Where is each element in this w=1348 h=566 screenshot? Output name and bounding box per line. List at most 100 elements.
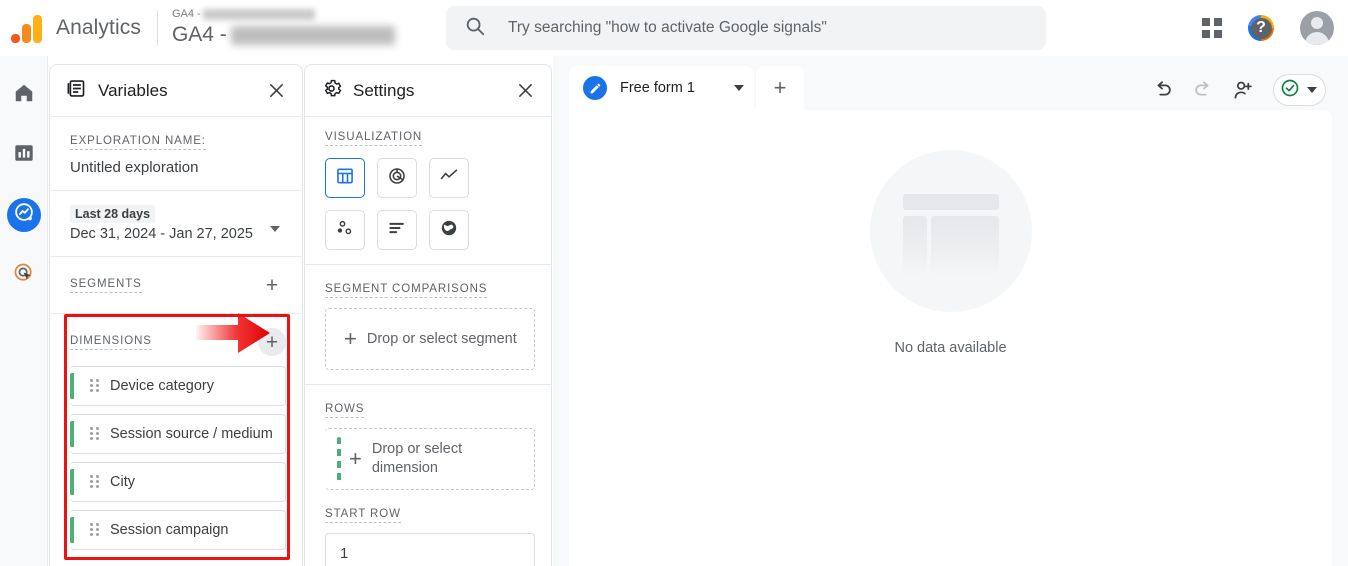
line-chart-icon: [439, 166, 459, 191]
account-prefix-small: GA4 -: [171, 8, 201, 20]
tab-free-form-1[interactable]: Free form 1: [569, 66, 754, 110]
empty-state-text: No data available: [894, 340, 1007, 356]
empty-state: No data available: [569, 150, 1332, 356]
date-range-section: Last 28 days Dec 31, 2024 - Jan 27, 2025: [50, 191, 302, 257]
dimension-label: Session campaign: [110, 521, 229, 538]
plus-icon: +: [349, 446, 362, 471]
list-item[interactable]: Session source / medium: [70, 414, 286, 454]
dimension-label: Session source / medium: [110, 425, 273, 442]
visualization-label: VISUALIZATION: [325, 131, 423, 146]
canvas-body: No data available: [569, 110, 1332, 566]
help-glyph: ?: [1250, 17, 1272, 39]
segment-dropzone[interactable]: + Drop or select segment: [325, 308, 535, 370]
left-nav-rail: [0, 56, 48, 566]
dimension-label: Device category: [110, 377, 214, 394]
segment-comparisons-section: SEGMENT COMPARISONS + Drop or select seg…: [305, 265, 551, 385]
chevron-down-icon: [1307, 87, 1317, 93]
panel-title: Variables: [98, 80, 168, 100]
segments-label: SEGMENTS: [70, 278, 142, 293]
viz-option-bar[interactable]: [377, 210, 417, 250]
bar-chart-icon: [387, 218, 407, 243]
start-row-label: START ROW: [325, 508, 401, 523]
list-item[interactable]: Session campaign: [70, 510, 286, 550]
header-action-icons: ?: [1202, 0, 1334, 56]
dimension-label: City: [110, 473, 135, 490]
plus-icon: +: [344, 326, 357, 351]
viz-option-table[interactable]: [325, 158, 365, 198]
dimension-color-bar: [70, 421, 74, 447]
rows-section: ROWS + Drop or select dimension START RO…: [305, 385, 551, 566]
drag-handle-icon[interactable]: [90, 523, 100, 537]
close-icon[interactable]: [513, 79, 537, 103]
table-icon: [335, 166, 355, 191]
saved-status-button[interactable]: [1273, 74, 1326, 106]
search-icon: [464, 15, 486, 42]
segment-comparisons-label: SEGMENT COMPARISONS: [325, 283, 488, 298]
sidebar-item-advertising[interactable]: [7, 258, 41, 292]
avatar[interactable]: [1300, 11, 1334, 45]
analytics-explore-page: Analytics GA4 - GA4 - Try searching "how…: [0, 0, 1348, 566]
variables-panel-header: Variables: [50, 65, 302, 117]
settings-panel-header: Settings: [305, 65, 551, 117]
add-segment-button[interactable]: +: [258, 271, 286, 299]
start-row-input[interactable]: 1: [325, 533, 535, 566]
close-icon[interactable]: [264, 79, 288, 103]
dimensions-list: Device category Session source / medium …: [70, 366, 286, 550]
help-icon[interactable]: ?: [1248, 15, 1274, 41]
sidebar-item-explore[interactable]: [6, 198, 41, 232]
add-tab-button[interactable]: +: [756, 66, 804, 110]
property-prefix-large: GA4 -: [171, 23, 227, 46]
account-property-selector[interactable]: GA4 - GA4 -: [172, 6, 395, 50]
dimension-color-bar: [337, 437, 341, 481]
rows-dropzone[interactable]: + Drop or select dimension: [325, 428, 535, 490]
header-divider: [156, 10, 158, 46]
dimensions-section: DIMENSIONS + Device category Session sou…: [50, 314, 302, 564]
viz-option-donut[interactable]: [377, 158, 417, 198]
viz-option-scatter[interactable]: [325, 210, 365, 250]
explore-icon: [13, 202, 35, 229]
variables-icon: [66, 78, 87, 104]
donut-chart-icon: [387, 166, 407, 191]
top-header-bar: Analytics GA4 - GA4 - Try searching "how…: [0, 0, 1348, 56]
add-person-icon[interactable]: [1232, 79, 1255, 102]
check-circle-icon: [1280, 78, 1300, 103]
dimension-color-bar: [70, 517, 74, 543]
viz-option-line[interactable]: [429, 158, 469, 198]
search-placeholder-text: Try searching "how to activate Google si…: [508, 19, 827, 36]
variables-panel: Variables EXPLORATION NAME: Untitled exp…: [49, 64, 303, 566]
segments-section: SEGMENTS +: [50, 257, 302, 314]
rows-dropzone-label: Drop or select dimension: [371, 441, 463, 476]
add-dimension-button[interactable]: +: [258, 328, 286, 356]
panel-title: Settings: [353, 80, 415, 100]
account-name-redacted: [202, 8, 315, 20]
exploration-name-label: EXPLORATION NAME:: [70, 135, 206, 150]
empty-table-icon: [869, 150, 1032, 312]
drag-handle-icon[interactable]: [90, 379, 100, 393]
sidebar-item-reports[interactable]: [7, 138, 41, 172]
search-input[interactable]: Try searching "how to activate Google si…: [446, 6, 1046, 50]
redo-icon[interactable]: [1192, 79, 1214, 101]
chevron-down-icon[interactable]: [734, 85, 744, 91]
drag-handle-icon[interactable]: [90, 427, 100, 441]
list-item[interactable]: City: [70, 462, 286, 502]
property-name-redacted: [230, 25, 395, 45]
sidebar-item-home[interactable]: [7, 78, 41, 112]
dimensions-label: DIMENSIONS: [70, 335, 152, 350]
exploration-name-value[interactable]: Untitled exploration: [70, 159, 286, 176]
home-icon: [13, 82, 35, 109]
pencil-icon: [583, 76, 607, 100]
rows-label: ROWS: [325, 403, 365, 418]
undo-icon[interactable]: [1152, 79, 1174, 101]
apps-grid-icon[interactable]: [1202, 18, 1222, 38]
globe-icon: [439, 218, 459, 243]
viz-option-geo[interactable]: [429, 210, 469, 250]
dimension-color-bar: [70, 373, 74, 399]
list-item[interactable]: Device category: [70, 366, 286, 406]
drag-handle-icon[interactable]: [90, 475, 100, 489]
date-range-text: Dec 31, 2024 - Jan 27, 2025: [70, 226, 253, 242]
segment-dropzone-label: Drop or select segment: [366, 330, 517, 347]
dimension-color-bar: [70, 469, 74, 495]
date-range-selector[interactable]: Last 28 days Dec 31, 2024 - Jan 27, 2025: [70, 205, 286, 242]
tab-strip: Free form 1 +: [553, 56, 1348, 118]
visualization-section: VISUALIZATION: [305, 117, 551, 265]
